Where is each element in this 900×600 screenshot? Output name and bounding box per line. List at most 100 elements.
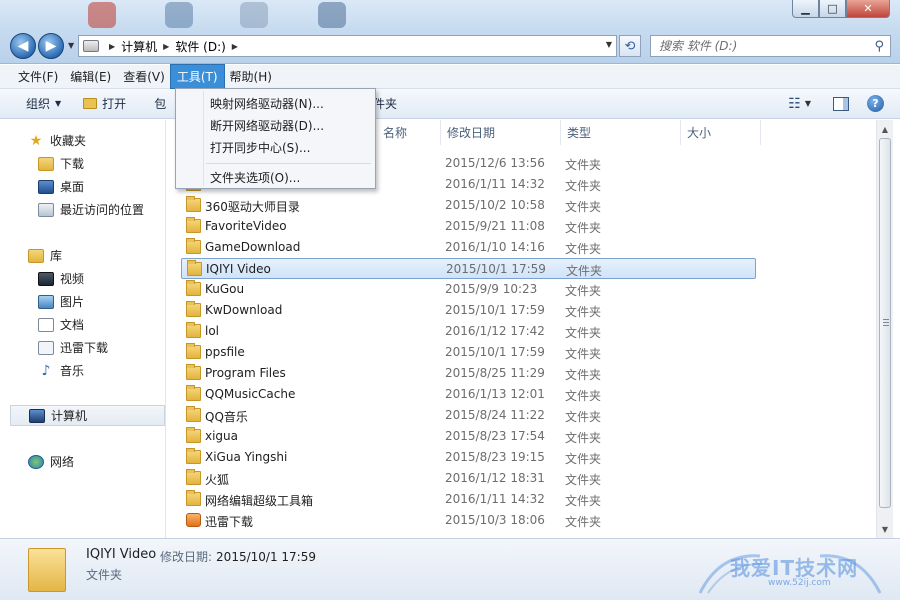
table-row[interactable]: lol 2016/1/12 17:42 文件夹 [181,321,756,342]
forward-button[interactable]: ▶ [38,33,64,59]
file-type: 文件夹 [565,284,602,298]
table-row[interactable]: XiGua Yingshi 2015/8/23 19:15 文件夹 [181,447,756,468]
open-button[interactable]: 打开 [83,95,126,112]
table-row[interactable]: 360驱动大师目录 2015/10/2 10:58 文件夹 [181,195,756,216]
nav-item-label: 迅雷下载 [60,341,109,355]
nav-item-music[interactable]: ♪ 音乐 [0,360,84,381]
nav-item-label: 文档 [60,318,85,332]
details-item-type: 文件夹 [86,568,123,582]
details-modified-label: 修改日期: [160,550,213,564]
breadcrumb-arrow-icon[interactable]: ▶ [109,42,115,51]
folder-icon [186,448,201,464]
close-button[interactable]: ✕ [846,0,890,18]
scroll-up-icon[interactable]: ▲ [877,121,893,137]
address-bar[interactable]: ▶ 计算机 ▶ 软件 (D:) ▶ ▼ [78,35,617,57]
vertical-scrollbar[interactable]: ▲ ▼ [876,120,893,538]
menu-help[interactable]: 帮助(H) [224,65,278,88]
table-row[interactable]: 火狐 2016/1/12 18:31 文件夹 [181,468,756,489]
organize-button[interactable]: 组织 ▼ [26,95,61,112]
nav-item-label: 图片 [60,295,85,309]
table-row[interactable]: GameDownload 2016/1/10 14:16 文件夹 [181,237,756,258]
column-header-type[interactable]: 类型 [561,120,681,145]
column-header-modified[interactable]: 修改日期 [441,120,561,145]
file-name: 火狐 [205,473,230,487]
menu-file[interactable]: 文件(F) [12,65,64,88]
scrollbar-grip [883,325,889,326]
file-type: 文件夹 [565,179,602,193]
minimize-button[interactable]: ▁ [792,0,819,18]
preview-pane-icon[interactable] [833,96,849,111]
help-icon[interactable]: ? [867,95,884,112]
file-name: ppsfile [205,345,245,359]
menu-tools[interactable]: 工具(T) [169,64,225,89]
table-row[interactable]: xigua 2015/8/23 17:54 文件夹 [181,426,756,447]
column-header-name[interactable]: 名称 [377,120,441,145]
nav-favorites[interactable]: ★ 收藏夹 [0,130,86,151]
nav-item-videos[interactable]: 视频 [0,268,84,289]
search-box[interactable]: ⚲ [650,35,891,57]
file-name: Program Files [205,366,286,380]
view-options-dropdown[interactable]: ▼ [805,99,811,108]
scroll-down-icon[interactable]: ▼ [877,521,893,537]
table-row[interactable]: Program Files 2015/8/25 11:29 文件夹 [181,363,756,384]
folder-icon [187,260,202,276]
folder-icon [186,406,201,422]
table-row[interactable]: 迅雷下载 2015/10/3 18:06 文件夹 [181,510,756,531]
document-icon [38,317,54,332]
menu-view[interactable]: 查看(V) [117,65,171,88]
folder-icon [186,322,201,338]
table-row[interactable]: ppsfile 2015/10/1 17:59 文件夹 [181,342,756,363]
menu-item-disconnect-network-drive[interactable]: 断开网络驱动器(D)... [210,117,324,134]
menu-edit[interactable]: 编辑(E) [64,65,117,88]
table-row[interactable]: 网络编辑超级工具箱 2016/1/11 14:32 文件夹 [181,489,756,510]
breadcrumb-arrow-icon[interactable]: ▶ [163,42,169,51]
change-view-icon[interactable]: ☷ [788,96,801,112]
breadcrumb-arrow-icon[interactable]: ▶ [232,42,238,51]
desktop-icon [240,2,268,28]
drive-icon [83,40,99,52]
table-row-selected[interactable]: IQIYI Video 2015/10/1 17:59 文件夹 [181,258,756,279]
column-header-size[interactable]: 大小 [681,120,761,145]
table-row[interactable]: KuGou 2015/9/9 10:23 文件夹 [181,279,756,300]
table-row[interactable]: KwDownload 2015/10/1 17:59 文件夹 [181,300,756,321]
window-controls: ▁ □ ✕ [792,0,890,18]
menu-item-open-sync-center[interactable]: 打开同步中心(S)... [210,139,310,156]
nav-item-thunder-downloads[interactable]: 迅雷下载 [0,337,108,358]
file-name: FavoriteVideo [205,219,287,233]
nav-libraries[interactable]: 库 [0,245,62,266]
file-name: XiGua Yingshi [205,450,288,464]
menu-item-map-network-drive[interactable]: 映射网络驱动器(N)... [210,95,324,112]
nav-computer[interactable]: 计算机 [10,405,165,426]
folder-icon [186,469,201,485]
file-type: 文件夹 [565,200,602,214]
table-row[interactable]: QQMusicCache 2016/1/13 12:01 文件夹 [181,384,756,405]
breadcrumb-drive[interactable]: 软件 (D:) [175,38,225,55]
search-input[interactable] [659,39,859,53]
nav-item-recent-places[interactable]: 最近访问的位置 [0,199,144,220]
file-date: 2015/9/9 10:23 [445,282,538,296]
desktop-background-peek [0,0,400,30]
back-button[interactable]: ◀ [10,33,36,59]
nav-item-desktop[interactable]: 桌面 [0,176,84,197]
maximize-button[interactable]: □ [819,0,846,18]
refresh-button[interactable]: ⟲ [619,35,641,57]
command-bar: 组织 ▼ 打开 包 件夹 ☷ ▼ ? [0,89,900,119]
breadcrumb-computer[interactable]: 计算机 [121,38,157,55]
nav-item-documents[interactable]: 文档 [0,314,84,335]
table-row[interactable]: QQ音乐 2015/8/24 11:22 文件夹 [181,405,756,426]
nav-network[interactable]: 网络 [0,451,74,472]
table-row[interactable]: FavoriteVideo 2015/9/21 11:08 文件夹 [181,216,756,237]
nav-item-label: 音乐 [60,364,85,378]
new-folder-button[interactable]: 件夹 [373,95,397,112]
recent-pages-dropdown[interactable]: ▼ [68,41,74,50]
downloads-folder-icon [38,156,54,171]
scrollbar-thumb[interactable] [879,138,891,508]
library-icon [28,248,44,263]
address-history-dropdown[interactable]: ▼ [606,40,612,49]
nav-item-downloads[interactable]: 下载 [0,153,84,174]
nav-item-pictures[interactable]: 图片 [0,291,84,312]
include-in-library-button[interactable]: 包 [154,95,166,112]
menu-item-folder-options[interactable]: 文件夹选项(O)... [210,169,300,186]
search-icon[interactable]: ⚲ [874,39,884,54]
file-date: 2016/1/11 14:32 [445,177,545,191]
